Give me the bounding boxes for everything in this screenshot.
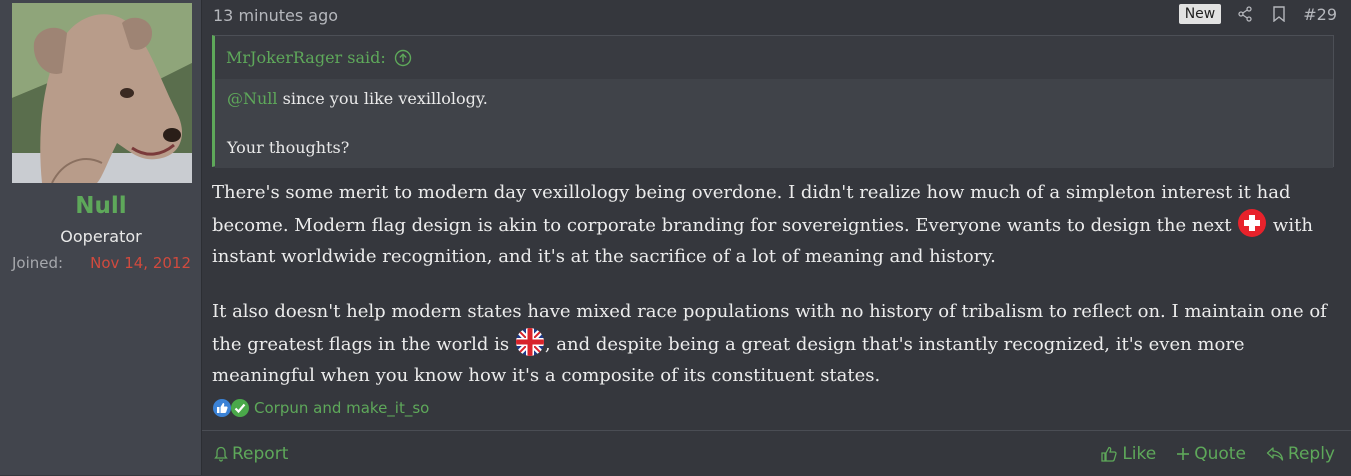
post-actions: Like Quote Reply (1100, 444, 1335, 464)
dog-avatar-image (12, 3, 192, 183)
reactions-users[interactable]: Corpun and make_it_so (254, 399, 429, 417)
quote-line-2: Your thoughts? (227, 138, 350, 157)
user-sidebar: Null Ooperator Joined: Nov 14, 2012 (0, 0, 202, 475)
user-title: Ooperator (60, 227, 142, 246)
reaction-icons (212, 398, 250, 418)
post-footer: Report Like Quote Reply (202, 430, 1351, 476)
bookmark-icon[interactable] (1269, 4, 1289, 24)
post-main: 13 minutes ago New #29 MrJokerRager said… (202, 0, 1351, 475)
report-button[interactable]: Report (214, 444, 288, 464)
like-reaction-icon (213, 399, 231, 417)
joined-date: Nov 14, 2012 (90, 254, 191, 272)
quote-block: MrJokerRager said: @Null since you like … (212, 35, 1334, 168)
post-timestamp[interactable]: 13 minutes ago (213, 6, 338, 25)
quote-header[interactable]: MrJokerRager said: (215, 36, 1333, 79)
swiss-flag-icon (1237, 208, 1267, 238)
like-button[interactable]: Like (1100, 444, 1156, 464)
bell-icon (214, 446, 228, 462)
reply-icon (1266, 446, 1284, 461)
paragraph-1: There's some merit to modern day vexillo… (212, 182, 1313, 267)
uk-flag-icon (515, 327, 545, 357)
check-reaction-icon (231, 399, 249, 417)
quote-line-1: since you like vexillology. (277, 89, 488, 108)
joined-label: Joined: (12, 254, 64, 272)
quote-button[interactable]: Quote (1176, 444, 1246, 464)
user-mention[interactable]: @Null (227, 89, 278, 108)
reply-button[interactable]: Reply (1266, 444, 1335, 464)
plus-icon (1177, 447, 1190, 460)
post-content: There's some merit to modern day vexillo… (212, 177, 1332, 391)
arrow-up-circle-icon[interactable] (394, 49, 412, 67)
avatar[interactable] (12, 3, 192, 183)
post-attribution: New #29 (1178, 4, 1337, 24)
username[interactable]: Null (0, 193, 202, 219)
share-icon[interactable] (1235, 4, 1255, 24)
reactions-bar[interactable]: Corpun and make_it_so (212, 398, 429, 418)
thumbs-up-icon (1101, 446, 1117, 462)
quote-body: @Null since you like vexillology. Your t… (215, 79, 1333, 168)
quote-author[interactable]: MrJokerRager said: (226, 48, 386, 67)
new-badge: New (1178, 4, 1222, 24)
paragraph-2: It also doesn't help modern states have … (212, 301, 1327, 386)
post: Null Ooperator Joined: Nov 14, 2012 13 m… (0, 0, 1351, 475)
post-number[interactable]: #29 (1303, 5, 1337, 24)
